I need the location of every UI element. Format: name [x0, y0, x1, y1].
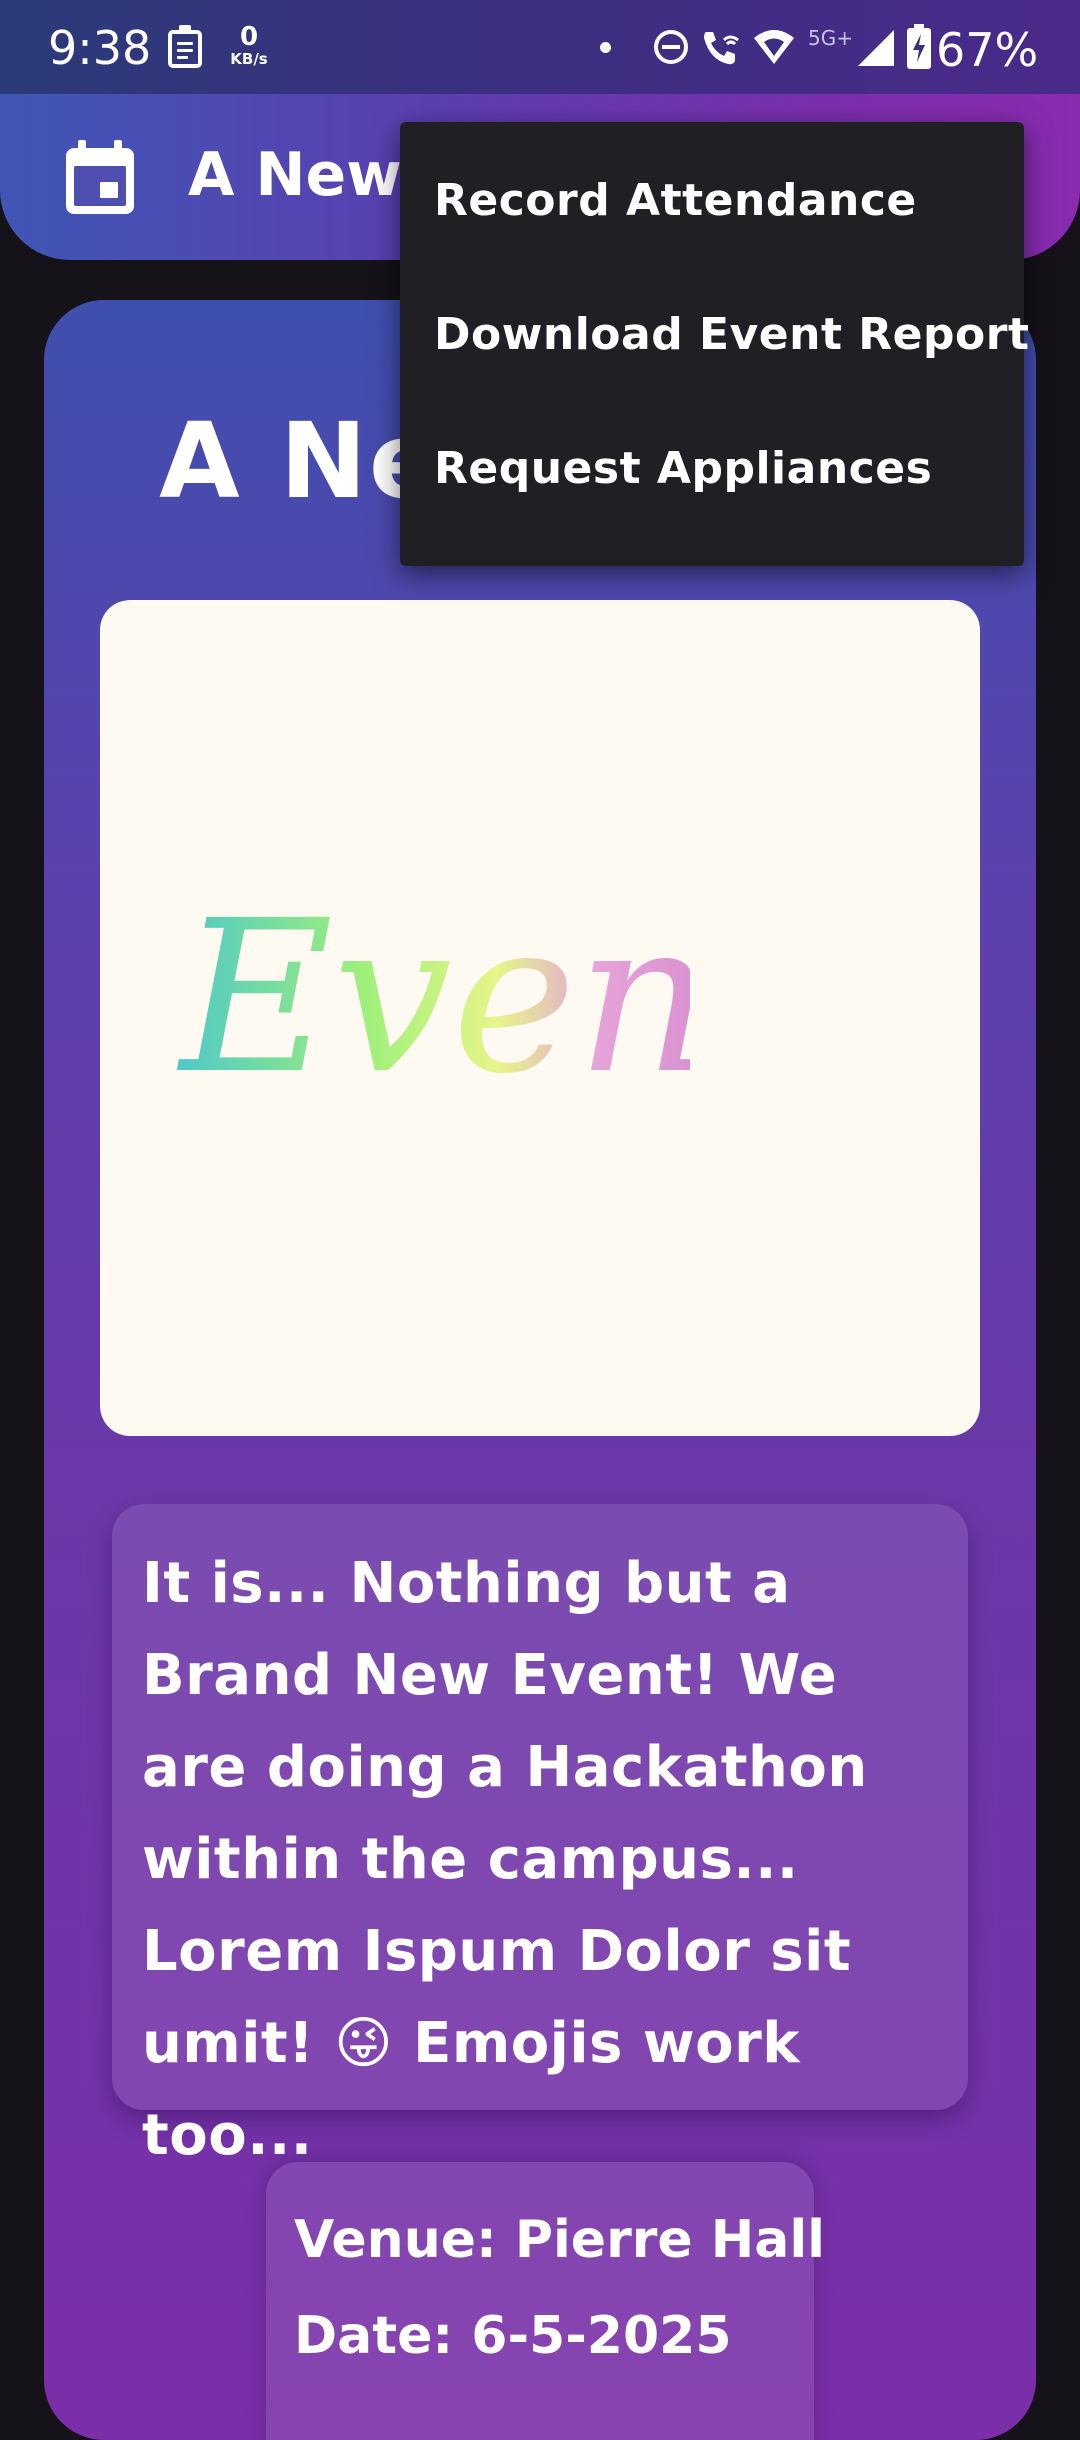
menu-item-record-attendance[interactable]: Record Attendance — [400, 134, 1024, 268]
network-speed: 0 KB/s — [224, 24, 274, 67]
battery-charging-icon — [907, 24, 931, 69]
status-bar: 9:38 0 KB/s 5G+ 67% — [0, 0, 1080, 96]
app-bar-title: A New — [188, 140, 402, 210]
dnd-icon — [654, 30, 688, 64]
event-card: A New Event Even It is... Nothing but a … — [44, 300, 1036, 2440]
signal-icon — [858, 30, 894, 66]
wifi-icon — [754, 30, 794, 64]
event-logo-text: Even — [176, 875, 690, 1120]
battery-percentage: 67% — [936, 23, 1039, 77]
event-image: Even — [100, 600, 980, 1436]
menu-item-download-event-report[interactable]: Download Event Report — [400, 268, 1029, 402]
overflow-menu: Record Attendance Download Event Report … — [400, 122, 1029, 566]
clipboard-icon — [168, 25, 202, 68]
status-time: 9:38 — [48, 21, 152, 75]
menu-item-request-appliances[interactable]: Request Appliances — [400, 402, 1024, 536]
event-logo-image: Even — [176, 875, 690, 1120]
network-speed-unit: KB/s — [230, 50, 268, 68]
event-description: It is... Nothing but a Brand New Event! … — [142, 1551, 868, 2168]
network-speed-value: 0 — [239, 22, 259, 52]
event-venue: Venue: Pierre Hall — [294, 2210, 825, 2270]
calendar-icon — [66, 140, 134, 214]
event-details-card: Venue: Pierre Hall Date: 6-5-2025 — [266, 2162, 825, 2440]
dot-icon — [600, 42, 611, 53]
event-description-card: It is... Nothing but a Brand New Event! … — [112, 1504, 968, 2168]
network-type: 5G+ — [808, 26, 853, 50]
wifi-calling-icon — [704, 32, 739, 65]
event-date: Date: 6-5-2025 — [294, 2306, 732, 2366]
